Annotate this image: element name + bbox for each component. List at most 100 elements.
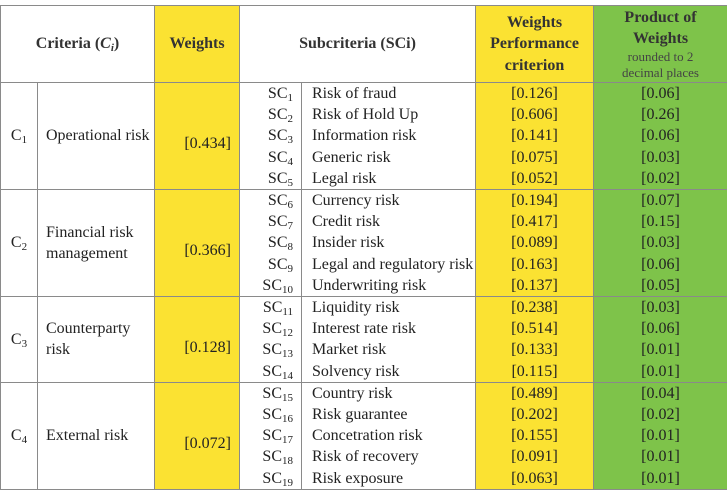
subcriterion-code: SC8 [239, 232, 302, 254]
header-weights: Weights [154, 5, 240, 83]
subcriterion-performance-weight: [0.091] [475, 446, 594, 468]
criterion-name: Counterparty risk [37, 296, 155, 383]
subcriterion-name: Underwriting risk [301, 274, 476, 298]
subcriterion-code: SC1 [239, 82, 302, 105]
subcriterion-performance-weight: [0.417] [475, 211, 594, 233]
criterion-code: C4 [0, 381, 38, 490]
subcriterion-name: Liquidity risk [301, 296, 476, 319]
subcriterion-code: SC6 [239, 189, 302, 212]
criterion-name: Operational risk [37, 81, 155, 191]
subcriterion-name: Interest rate risk [301, 318, 476, 340]
subcriterion-product-weight: [0.03] [593, 232, 727, 254]
header-weights-performance: Weights Performance criterion [475, 5, 594, 83]
subcriterion-code: SC3 [239, 125, 302, 147]
subcriterion-code: SC7 [239, 211, 302, 233]
subcriterion-product-weight: [0.05] [593, 274, 727, 298]
subcriterion-name: Country risk [301, 381, 476, 405]
subcriterion-performance-weight: [0.606] [475, 104, 594, 126]
subcriterion-product-weight: [0.07] [593, 189, 727, 212]
subcriterion-row: C4 External risk [0.072] SC15 Country risk [0… [0, 381, 727, 490]
subcriterion-name: Legal risk [301, 167, 476, 191]
subcriterion-code: SC2 [239, 104, 302, 126]
subcriterion-code: SC18 [239, 446, 302, 468]
criterion-weight: [0.072] [154, 381, 240, 490]
subcriterion-name: Insider risk [301, 232, 476, 254]
subcriterion-name: Risk of recovery [301, 446, 476, 468]
subcriterion-name: Credit risk [301, 211, 476, 233]
subcriterion-name: Risk exposure [301, 467, 476, 490]
subcriterion-product-weight: [0.15] [593, 211, 727, 233]
header-criteria: Criteria (Ci) [0, 5, 155, 83]
subcriterion-name: Currency risk [301, 189, 476, 212]
criterion-name: Financial risk management [37, 189, 155, 298]
header-row: Criteria (Ci) Weights Subcriteria (SCi) … [0, 5, 727, 83]
subcriterion-performance-weight: [0.115] [475, 360, 594, 383]
subcriterion-product-weight: [0.01] [593, 467, 727, 490]
subcriterion-code: SC19 [239, 467, 302, 490]
subcriterion-performance-weight: [0.137] [475, 274, 594, 298]
subcriterion-name: Solvency risk [301, 360, 476, 383]
subcriterion-performance-weight: [0.141] [475, 125, 594, 147]
subcriterion-product-weight: [0.06] [593, 318, 727, 340]
subcriterion-row: C3 Counterparty risk [0.128] SC11 Liquidity … [0, 296, 727, 383]
subcriterion-product-weight: [0.01] [593, 360, 727, 383]
subcriterion-code: SC17 [239, 425, 302, 447]
subcriterion-performance-weight: [0.202] [475, 404, 594, 426]
subcriterion-performance-weight: [0.194] [475, 189, 594, 212]
subcriterion-product-weight: [0.01] [593, 446, 727, 468]
subcriterion-row: C1 Operational risk [0.434] SC1 Risk of frau… [0, 81, 727, 191]
subcriterion-performance-weight: [0.052] [475, 167, 594, 191]
subcriterion-code: SC16 [239, 404, 302, 426]
subcriterion-performance-weight: [0.063] [475, 467, 594, 490]
header-subcriteria: Subcriteria (SCi) [239, 5, 476, 83]
criteria-weights-table-container: Criteria (Ci) Weights Subcriteria (SCi) … [0, 5, 727, 490]
subcriterion-row: C2 Financial risk management [0.366] SC6 Cur… [0, 189, 727, 298]
subcriterion-name: Risk of Hold Up [301, 104, 476, 126]
subcriterion-name: Generic risk [301, 146, 476, 168]
subcriterion-code: SC4 [239, 146, 302, 168]
subcriterion-product-weight: [0.06] [593, 82, 727, 105]
header-product-note: rounded to 2 decimal places [622, 49, 699, 81]
subcriterion-performance-weight: [0.075] [475, 146, 594, 168]
criteria-weights-table: Criteria (Ci) Weights Subcriteria (SCi) … [0, 5, 727, 490]
subcriterion-performance-weight: [0.514] [475, 318, 594, 340]
subcriterion-product-weight: [0.02] [593, 404, 727, 426]
subcriterion-product-weight: [0.02] [593, 167, 727, 191]
subcriterion-performance-weight: [0.089] [475, 232, 594, 254]
criterion-code: C2 [0, 189, 38, 298]
subcriterion-code: SC11 [239, 296, 302, 319]
subcriterion-name: Concetration risk [301, 425, 476, 447]
subcriterion-performance-weight: [0.155] [475, 425, 594, 447]
header-product-of-weights: Product of Weights rounded to 2 decimal pla… [593, 5, 727, 83]
subcriterion-code: SC14 [239, 360, 302, 383]
subcriterion-performance-weight: [0.489] [475, 381, 594, 405]
table-body: C1 Operational risk [0.434] SC1 Risk of frau… [0, 81, 727, 490]
subcriterion-name: Market risk [301, 339, 476, 361]
subcriterion-name: Information risk [301, 125, 476, 147]
subcriterion-code: SC12 [239, 318, 302, 340]
subcriterion-performance-weight: [0.133] [475, 339, 594, 361]
subcriterion-name: Legal and regulatory risk [301, 253, 476, 275]
subcriterion-product-weight: [0.03] [593, 296, 727, 319]
subcriterion-product-weight: [0.06] [593, 125, 727, 147]
subcriterion-product-weight: [0.26] [593, 104, 727, 126]
criterion-weight: [0.366] [154, 189, 240, 298]
subcriterion-product-weight: [0.04] [593, 381, 727, 405]
criterion-name: External risk [37, 381, 155, 490]
subcriterion-product-weight: [0.01] [593, 339, 727, 361]
subcriterion-name: Risk guarantee [301, 404, 476, 426]
subcriterion-name: Risk of fraud [301, 82, 476, 105]
subcriterion-product-weight: [0.03] [593, 146, 727, 168]
subcriterion-product-weight: [0.01] [593, 425, 727, 447]
subcriterion-code: SC10 [239, 274, 302, 298]
subcriterion-code: SC5 [239, 167, 302, 191]
criterion-code: C3 [0, 296, 38, 383]
subcriterion-code: SC15 [239, 381, 302, 405]
subcriterion-product-weight: [0.06] [593, 253, 727, 275]
subcriterion-code: SC9 [239, 253, 302, 275]
criterion-weight: [0.434] [154, 81, 240, 191]
subcriterion-performance-weight: [0.238] [475, 296, 594, 319]
subcriterion-performance-weight: [0.163] [475, 253, 594, 275]
subcriterion-code: SC13 [239, 339, 302, 361]
criterion-code: C1 [0, 81, 38, 191]
